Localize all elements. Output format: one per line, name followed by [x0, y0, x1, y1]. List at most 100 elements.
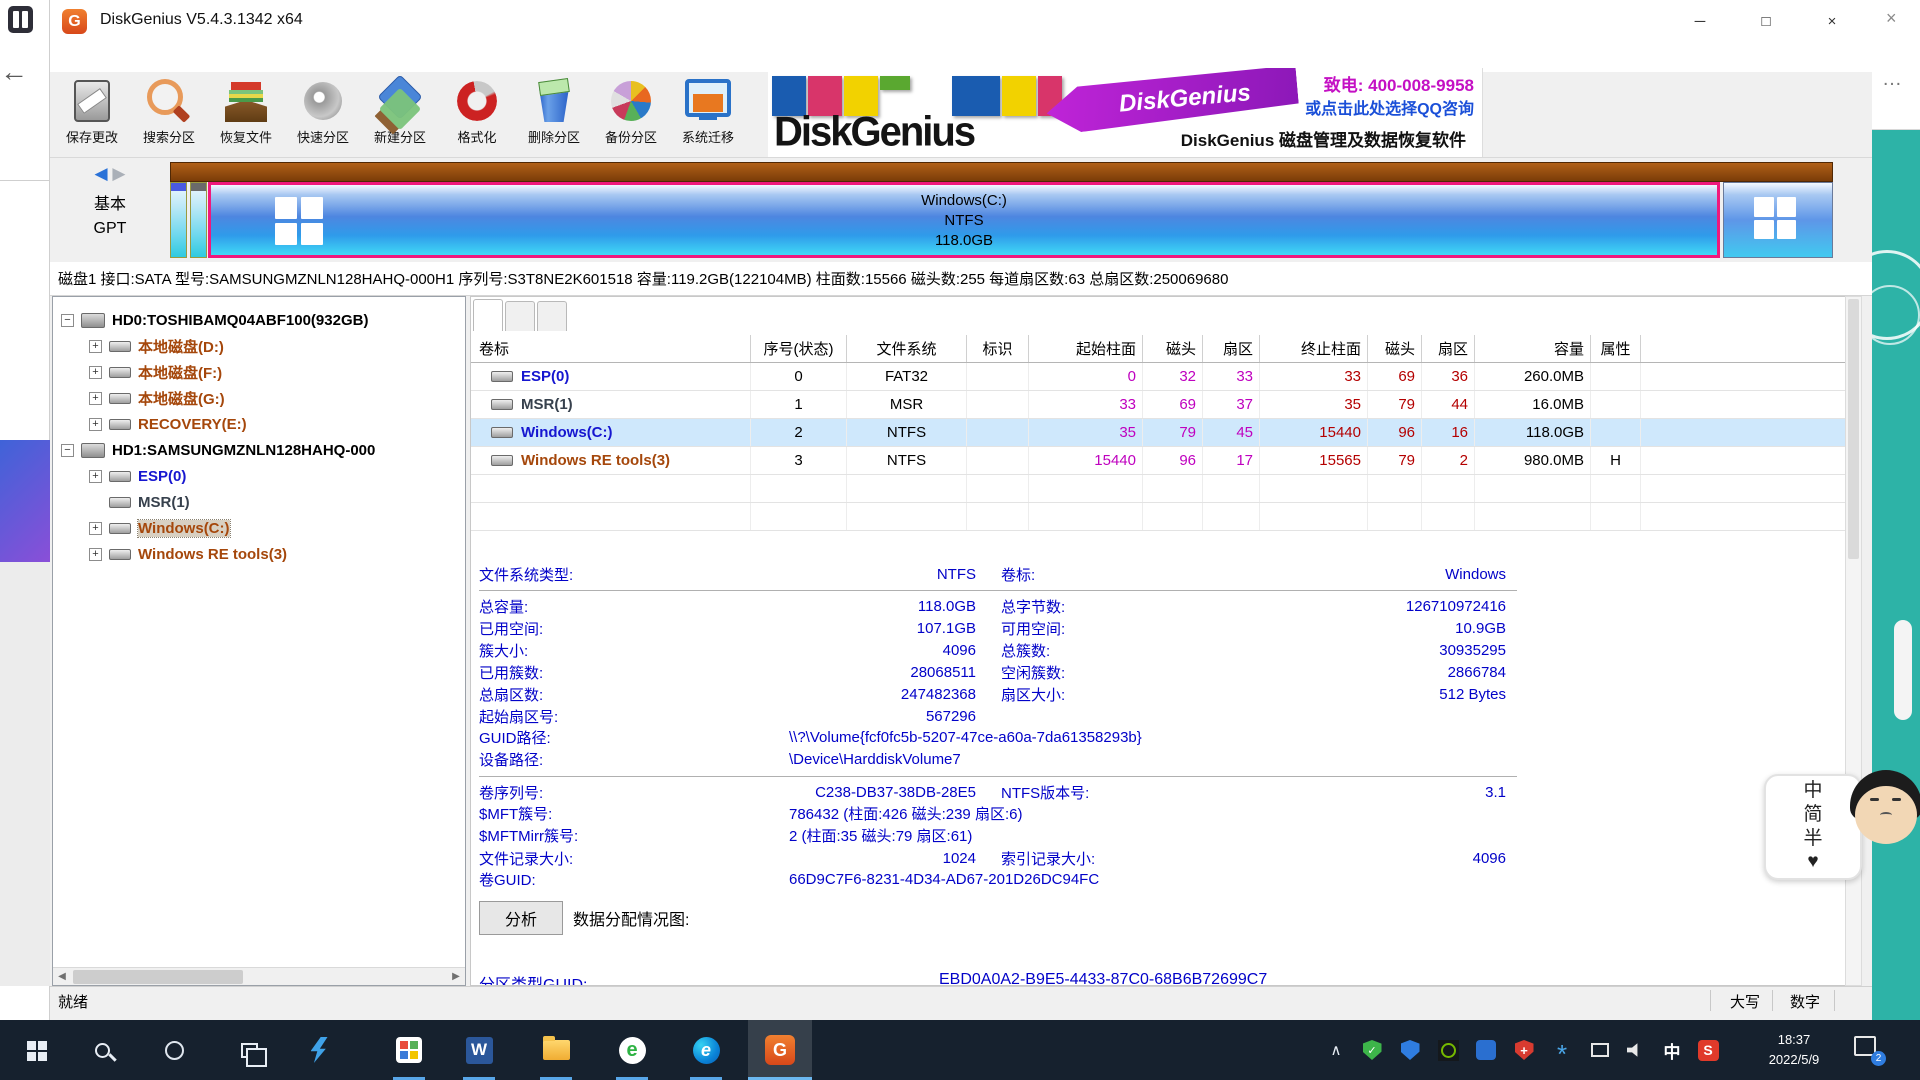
tree-expand-toggle[interactable]	[61, 444, 74, 457]
toolbar-button[interactable]: 删除分区	[516, 74, 592, 154]
table-row[interactable]: ESP(0) 0 FAT32 0 32 33 33 69 36 260.0MB	[471, 363, 1847, 391]
tree-item[interactable]: Windows(C:)	[53, 515, 465, 541]
taskbar-app-icon[interactable]: e	[608, 1020, 656, 1080]
ime-mode-chinese[interactable]: 中	[1803, 780, 1822, 803]
tray-icon[interactable]: *	[1548, 1036, 1576, 1064]
taskbar-app-icon[interactable]	[385, 1020, 433, 1080]
tree-expand-toggle[interactable]	[89, 340, 102, 353]
ime-status-widget[interactable]: 中 简 半 ♥	[1764, 770, 1920, 882]
column-header[interactable]: 卷标	[471, 335, 751, 362]
scroll-right-icon[interactable]: ▶	[447, 971, 465, 982]
column-header[interactable]: 扇区	[1422, 335, 1475, 362]
tray-icon[interactable]	[1472, 1036, 1500, 1064]
column-header[interactable]: 终止柱面	[1260, 335, 1368, 362]
taskbar-clock[interactable]: 18:37 2022/5/9	[1744, 1030, 1844, 1070]
tree-expand-toggle[interactable]	[89, 392, 102, 405]
toolbar-button[interactable]: 系统迁移	[670, 74, 746, 154]
tray-icon[interactable]	[1586, 1036, 1614, 1064]
tree-expand-toggle[interactable]	[89, 418, 102, 431]
maximize-button[interactable]: □	[1738, 0, 1794, 42]
partition-block-windows-c[interactable]: Windows(C:) NTFS 118.0GB	[208, 182, 1720, 258]
ime-status-card[interactable]: 中 简 半 ♥	[1764, 774, 1862, 880]
column-header[interactable]: 属性	[1591, 335, 1641, 362]
tray-icon[interactable]: +	[1510, 1036, 1538, 1064]
column-header[interactable]: 容量	[1475, 335, 1591, 362]
ime-mode-simplified[interactable]: 简	[1803, 804, 1822, 827]
tree-item[interactable]: HD1:SAMSUNGMZNLN128HAHQ-000	[53, 437, 465, 463]
prev-disk-arrow-icon[interactable]: ◀	[95, 164, 108, 183]
table-row[interactable]: Windows RE tools(3) 3 NTFS 15440 96 17 1…	[471, 447, 1847, 475]
menu-item[interactable]	[148, 54, 170, 60]
tray-icon[interactable]	[1622, 1036, 1650, 1064]
tree-expand-toggle[interactable]	[89, 366, 102, 379]
background-more-icon[interactable]: …	[1882, 68, 1902, 91]
background-close-icon[interactable]: ×	[1886, 8, 1897, 29]
panel-vertical-scrollbar[interactable]	[1845, 296, 1862, 986]
scrollbar-thumb[interactable]	[1848, 299, 1859, 559]
column-header[interactable]: 磁头	[1143, 335, 1203, 362]
tree-item[interactable]: HD0:TOSHIBAMQ04ABF100(932GB)	[53, 307, 465, 333]
column-header[interactable]: 扇区	[1203, 335, 1260, 362]
tray-icon[interactable]: ∧	[1322, 1036, 1350, 1064]
analyze-button[interactable]: 分析	[479, 901, 563, 935]
tab[interactable]	[537, 301, 567, 331]
tree-item[interactable]: RECOVERY(E:)	[53, 411, 465, 437]
menu-item[interactable]	[82, 54, 104, 60]
tray-icon[interactable]: 中	[1658, 1036, 1686, 1064]
column-header[interactable]: 文件系统	[847, 335, 967, 362]
taskbar-app-icon[interactable]: W	[455, 1020, 503, 1080]
tree-item[interactable]: 本地磁盘(F:)	[53, 359, 465, 385]
tree-expand-toggle[interactable]	[89, 522, 102, 535]
toolbar-button[interactable]: 恢复文件	[208, 74, 284, 154]
table-row[interactable]: MSR(1) 1 MSR 33 69 37 35 79 44 16.0MB	[471, 391, 1847, 419]
taskbar-app-icon[interactable]	[225, 1020, 273, 1080]
tray-icon[interactable]	[1396, 1036, 1424, 1064]
taskbar-app-icon[interactable]	[12, 1020, 60, 1080]
toolbar-button[interactable]: 保存更改	[54, 74, 130, 154]
notification-center-icon[interactable]: 2	[1854, 1036, 1884, 1064]
table-row[interactable]: Windows(C:) 2 NTFS 35 79 45 15440 96 16 …	[471, 419, 1847, 447]
tray-icon[interactable]: ✓	[1358, 1036, 1386, 1064]
tree-item[interactable]: MSR(1)	[53, 489, 465, 515]
tab[interactable]	[505, 301, 535, 331]
tree-expand-toggle[interactable]	[61, 314, 74, 327]
column-header[interactable]: 磁头	[1368, 335, 1422, 362]
partition-block-msr[interactable]	[190, 182, 207, 258]
toolbar-button[interactable]: 快速分区	[285, 74, 361, 154]
toolbar-button[interactable]: 格式化	[439, 74, 515, 154]
column-header[interactable]: 序号(状态)	[751, 335, 847, 362]
toolbar-button[interactable]: 新建分区	[362, 74, 438, 154]
tree-item[interactable]: Windows RE tools(3)	[53, 541, 465, 567]
column-header[interactable]: 标识	[967, 335, 1029, 362]
tray-icon[interactable]	[1434, 1036, 1462, 1064]
close-button[interactable]: ×	[1804, 0, 1860, 42]
tab[interactable]	[473, 299, 503, 331]
menu-item[interactable]	[170, 54, 192, 60]
taskbar-app-icon[interactable]	[532, 1020, 580, 1080]
toolbar-button[interactable]: 搜索分区	[131, 74, 207, 154]
toolbar-button[interactable]: 备份分区	[593, 74, 669, 154]
minimize-button[interactable]: ─	[1672, 0, 1728, 42]
taskbar-app-icon[interactable]	[78, 1020, 126, 1080]
menu-item[interactable]	[126, 54, 148, 60]
tree-item[interactable]: ESP(0)	[53, 463, 465, 489]
back-arrow-icon[interactable]: ←	[0, 56, 28, 88]
tree-expand-toggle[interactable]	[89, 548, 102, 561]
scrollbar-thumb[interactable]	[73, 970, 243, 984]
next-disk-arrow-icon[interactable]: ▶	[112, 164, 125, 183]
scroll-left-icon[interactable]: ◀	[53, 971, 71, 982]
taskbar-app-icon[interactable]: e	[682, 1020, 730, 1080]
menu-item[interactable]	[60, 54, 82, 60]
tree-expand-toggle[interactable]	[89, 470, 102, 483]
taskbar-app-icon[interactable]: G	[748, 1020, 812, 1080]
taskbar-app-icon[interactable]	[295, 1020, 343, 1080]
partition-block-re-tools[interactable]	[1723, 182, 1833, 258]
ad-banner[interactable]: DiskGenius DiskGenius 致电: 400-008-9958 或…	[768, 68, 1483, 157]
taskbar-app-icon[interactable]	[150, 1020, 198, 1080]
tree-horizontal-scrollbar[interactable]: ◀ ▶	[53, 967, 465, 985]
ime-mode-halfwidth[interactable]: 半	[1803, 828, 1822, 851]
column-header[interactable]: 起始柱面	[1029, 335, 1143, 362]
tree-item[interactable]: 本地磁盘(D:)	[53, 333, 465, 359]
tree-item[interactable]: 本地磁盘(G:)	[53, 385, 465, 411]
tray-icon[interactable]: S	[1694, 1036, 1722, 1064]
